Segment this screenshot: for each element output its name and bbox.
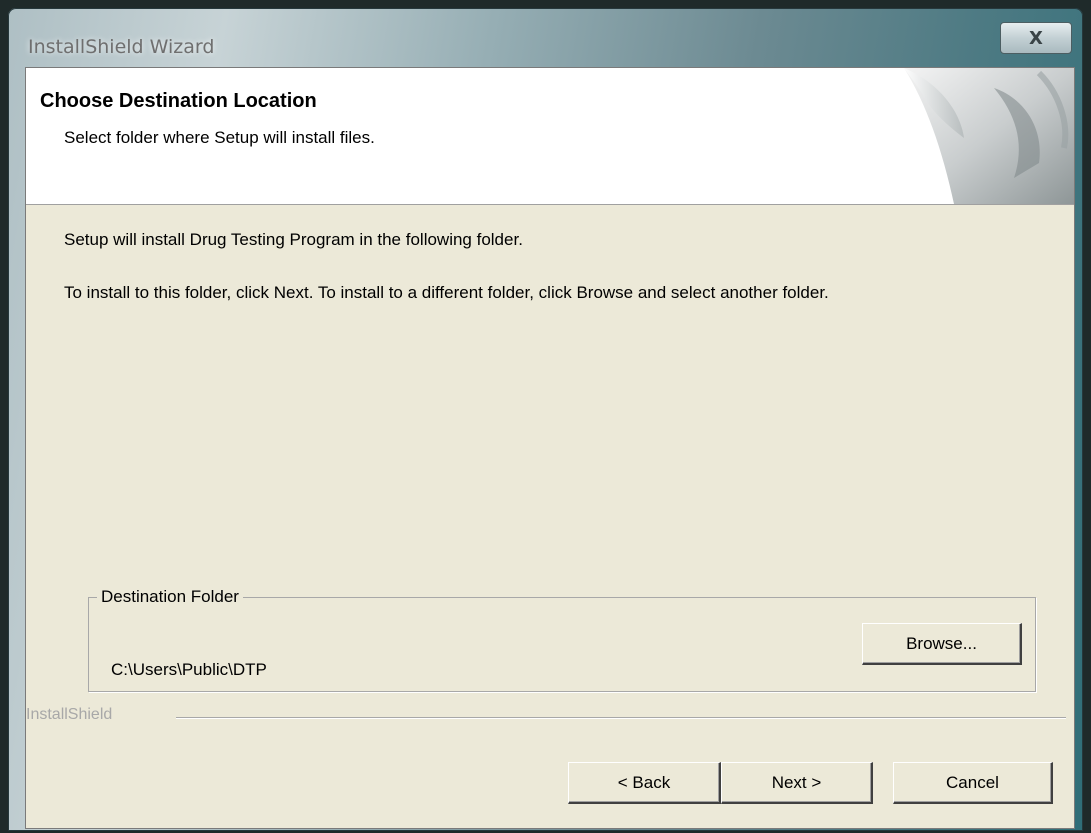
install-instructions-text: To install to this folder, click Next. T… <box>64 283 829 302</box>
page-curl-graphic <box>904 68 1074 204</box>
dialog-client-area: Choose Destination Location Select folde… <box>25 67 1075 829</box>
destination-path: C:\Users\Public\DTP <box>111 660 267 679</box>
window-title: InstallShield Wizard <box>28 36 215 58</box>
browse-button[interactable]: Browse... <box>862 623 1022 665</box>
next-button[interactable]: Next > <box>721 762 873 804</box>
page-title: Choose Destination Location <box>40 90 317 112</box>
close-icon: X <box>1029 27 1043 49</box>
installshield-brand-label: InstallShield <box>26 706 119 724</box>
close-button[interactable]: X <box>1000 22 1072 54</box>
footer-divider <box>176 717 1066 719</box>
page-subtitle: Select folder where Setup will install f… <box>64 128 375 147</box>
back-button[interactable]: < Back <box>568 762 721 804</box>
destination-folder-label: Destination Folder <box>97 587 243 607</box>
window-frame: InstallShield Wizard X Choose Destinatio… <box>8 8 1083 831</box>
cancel-button[interactable]: Cancel <box>893 762 1053 804</box>
install-info-text: Setup will install Drug Testing Program … <box>64 230 523 249</box>
header-panel: Choose Destination Location Select folde… <box>26 68 1074 205</box>
